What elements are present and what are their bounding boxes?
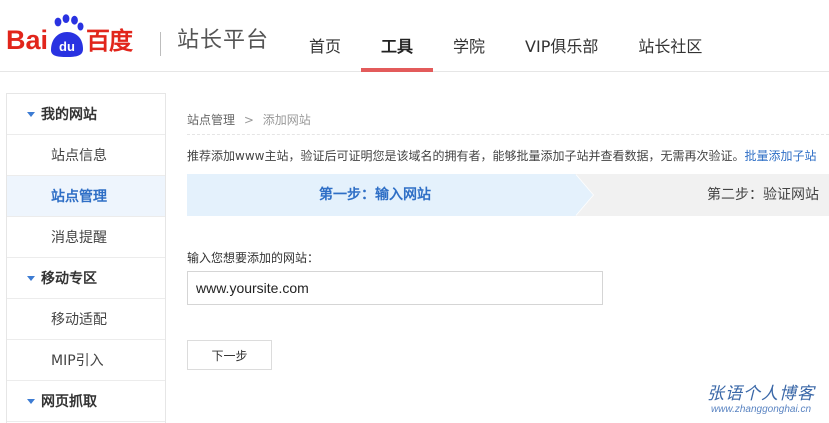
nav-item-home[interactable]: 首页 — [289, 0, 361, 72]
breadcrumb-divider — [187, 134, 829, 135]
blog-watermark: 张语个人博客 www.zhanggonghai.cn — [707, 386, 815, 415]
site-url-input[interactable] — [187, 271, 603, 305]
nav-item-community[interactable]: 站长社区 — [618, 0, 722, 72]
next-step-button[interactable]: 下一步 — [187, 340, 272, 370]
logo-divider — [160, 32, 161, 56]
main-nav: 首页 工具 学院 VIP俱乐部 站长社区 — [289, 0, 722, 72]
nav-item-vip-club[interactable]: VIP俱乐部 — [505, 0, 618, 72]
sidebar-item-mobile-adapt[interactable]: 移动适配 — [7, 299, 165, 340]
sidebar-group-mobile[interactable]: 移动专区 — [7, 258, 165, 299]
breadcrumb-current: 添加网站 — [262, 113, 311, 127]
sidebar-item-site-management[interactable]: 站点管理 — [7, 176, 165, 217]
notice-body: 推荐添加www主站，验证后可证明您是该域名的拥有者，能够批量添加子站并查看数据，… — [187, 149, 745, 163]
notice-text: 推荐添加www主站，验证后可证明您是该域名的拥有者，能够批量添加子站并查看数据，… — [187, 147, 816, 164]
step-progress: 第一步：输入网站 第二步：验证网站 — [187, 174, 829, 216]
paw-icon: du — [49, 14, 85, 58]
site-title: 站长平台 — [177, 28, 270, 53]
sidebar-group-label: 移动专区 — [41, 271, 97, 287]
sidebar-group-label: 网页抓取 — [41, 394, 97, 410]
sidebar-group-my-sites[interactable]: 我的网站 — [7, 94, 165, 135]
step-two: 第二步：验证网站 — [707, 187, 819, 203]
watermark-url: www.zhanggonghai.cn — [710, 404, 812, 415]
caret-down-icon — [27, 111, 35, 117]
sidebar-item-message-alerts[interactable]: 消息提醒 — [7, 217, 165, 258]
logo-text-bai: Bai — [6, 25, 49, 55]
site-input-label: 输入您想要添加的网站： — [187, 251, 320, 265]
sidebar-item-mip[interactable]: MIP引入 — [7, 340, 165, 381]
caret-down-icon — [27, 398, 35, 404]
sidebar-group-label: 我的网站 — [41, 107, 97, 123]
batch-add-subsites-link[interactable]: 批量添加子站 — [744, 149, 816, 163]
nav-item-tools[interactable]: 工具 — [361, 0, 434, 72]
breadcrumb-parent[interactable]: 站点管理 — [187, 113, 235, 127]
caret-down-icon — [27, 275, 35, 281]
breadcrumb: 站点管理 > 添加网站 — [187, 111, 311, 128]
main-content: 站点管理 > 添加网站 推荐添加www主站，验证后可证明您是该域名的拥有者，能够… — [187, 93, 829, 423]
sidebar-group-crawling[interactable]: 网页抓取 — [7, 381, 165, 422]
nav-item-academy[interactable]: 学院 — [433, 0, 505, 72]
step-one: 第一步：输入网站 — [187, 174, 575, 216]
sidebar: 我的网站 站点信息 站点管理 消息提醒 移动专区 移动适配 MIP引入 网页抓取 — [6, 93, 166, 423]
breadcrumb-separator: > — [243, 113, 254, 127]
top-header: Bai du 百度 站长平台 首页 工具 学院 VIP俱乐部 站长社区 — [0, 0, 829, 72]
logo-text-cn: 百度 — [86, 27, 133, 55]
logo-text-du: du — [59, 39, 75, 54]
sidebar-item-site-info[interactable]: 站点信息 — [7, 135, 165, 176]
step-arrow — [575, 174, 593, 216]
watermark-title: 张语个人博客 — [707, 384, 815, 404]
baidu-logo[interactable]: Bai du 百度 — [6, 14, 133, 58]
